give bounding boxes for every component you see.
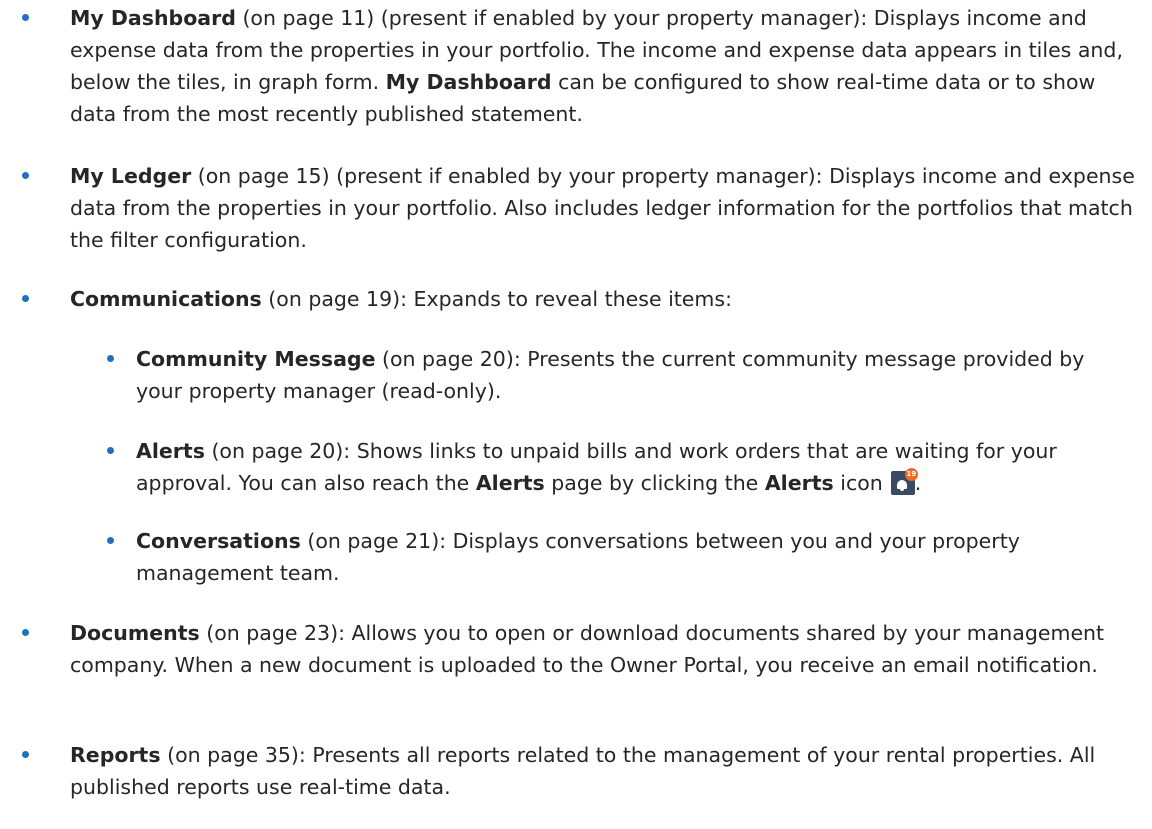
bullet <box>22 295 29 302</box>
description: (on page 23): Allows you to open or down… <box>70 621 1105 677</box>
alerts-count-badge: 19 <box>904 468 918 481</box>
description: (on page 15) (present if enabled by your… <box>70 164 1135 252</box>
term-alerts: Alerts <box>136 439 205 463</box>
term-alerts-icon-ref: Alerts <box>764 471 834 495</box>
term-communications: Communications <box>70 287 262 311</box>
term-conversations: Conversations <box>136 529 301 553</box>
term-alerts-inline: Alerts <box>475 471 545 495</box>
description: (on page 19): Expands to reveal these it… <box>261 287 732 311</box>
list-item-text: Alerts (on page 20): Shows links to unpa… <box>136 435 1136 499</box>
term-reports: Reports <box>70 743 161 767</box>
list-item-text: Conversations (on page 21): Displays con… <box>136 525 1136 589</box>
bullet <box>22 629 29 636</box>
alerts-bell-icon: 19 <box>890 468 918 495</box>
list-item-text: Documents (on page 23): Allows you to op… <box>70 617 1140 681</box>
description: (on page 35): Presents all reports relat… <box>70 743 1096 799</box>
description-continued: page by clicking the <box>544 471 765 495</box>
bullet <box>107 355 114 362</box>
list-item-text: My Dashboard (on page 11) (present if en… <box>70 2 1140 130</box>
list-item-text: Reports (on page 35): Presents all repor… <box>70 739 1140 803</box>
term-my-ledger: My Ledger <box>70 164 192 188</box>
bullet <box>22 14 29 21</box>
bullet <box>22 172 29 179</box>
list-item-text: Community Message (on page 20): Presents… <box>136 343 1136 407</box>
bullet <box>107 537 114 544</box>
bullet <box>107 447 114 454</box>
term-my-dashboard-inline: My Dashboard <box>385 70 552 94</box>
list-item-text: Communications (on page 19): Expands to … <box>70 283 1140 315</box>
description-icon-word: icon <box>833 471 883 495</box>
bell-shape <box>896 480 907 489</box>
term-my-dashboard: My Dashboard <box>70 6 236 30</box>
term-documents: Documents <box>70 621 200 645</box>
bullet <box>22 751 29 758</box>
bell-clapper <box>899 489 904 491</box>
document-page: My Dashboard (on page 11) (present if en… <box>0 0 1152 829</box>
list-item-text: My Ledger (on page 15) (present if enabl… <box>70 160 1140 256</box>
term-community-message: Community Message <box>136 347 376 371</box>
